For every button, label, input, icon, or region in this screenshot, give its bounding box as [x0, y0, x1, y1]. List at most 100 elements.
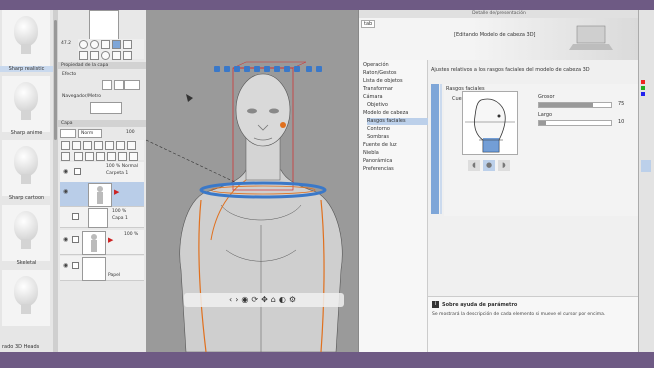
reset-icon[interactable]	[90, 51, 99, 60]
swatch-blue[interactable]	[641, 92, 645, 96]
effect-label: Efecto	[62, 72, 77, 77]
swatch-selected[interactable]	[641, 160, 651, 172]
square-icon[interactable]	[112, 51, 121, 60]
mask-icon[interactable]	[83, 141, 92, 150]
layer-panel: 47.2 Propiedad de la capa Efecto Navegad…	[58, 10, 147, 352]
eye-icon[interactable]: ◉	[63, 236, 68, 243]
merge-icon[interactable]	[105, 141, 114, 150]
layer-row-figure[interactable]: ◉ ▶ 100 %	[60, 230, 144, 255]
thumb-head-1[interactable]	[2, 10, 50, 66]
view-buttons: ◖ ● ◗	[468, 160, 518, 172]
nav-item-preferencias[interactable]: Preferencias	[363, 166, 427, 173]
thumb-label: Skeletal	[16, 260, 37, 266]
face-right-icon[interactable]: ◗	[498, 160, 510, 171]
face-left-icon[interactable]: ◖	[468, 160, 480, 171]
grid-icon[interactable]	[79, 51, 88, 60]
copy-icon[interactable]	[94, 141, 103, 150]
layer-sub: Capa 1	[112, 216, 128, 221]
nav-item-transformar[interactable]: Transformar	[363, 86, 427, 93]
folder-toggle[interactable]	[74, 168, 81, 175]
nav-item-raton[interactable]: Raton/Gestos	[363, 70, 427, 77]
swatch-red[interactable]	[641, 80, 645, 84]
zoom-out-icon[interactable]	[79, 40, 88, 49]
flip-icon[interactable]	[123, 40, 132, 49]
clip-icon[interactable]	[127, 141, 136, 150]
layer-name: 100 % Normal	[106, 164, 139, 169]
eye-icon[interactable]: ◉	[63, 188, 68, 195]
face-front-icon[interactable]: ●	[483, 160, 495, 171]
layer-thumbnail	[82, 231, 106, 255]
new-layer-icon[interactable]	[61, 141, 70, 150]
head-profile-preview	[462, 91, 518, 155]
layer-row-folder[interactable]: ◉ 100 % Normal Carpeta 1	[60, 162, 144, 183]
thumb-head-4[interactable]	[2, 205, 50, 261]
grosor-slider[interactable]	[538, 102, 612, 108]
navigator-button[interactable]	[90, 102, 122, 114]
blend-mode-select[interactable]: Norm	[78, 129, 102, 138]
effect-icon[interactable]	[95, 152, 105, 161]
lock-icon[interactable]	[116, 141, 125, 150]
swatch-green[interactable]	[641, 86, 645, 90]
section-strip	[431, 84, 439, 214]
layer-thumbnail	[88, 183, 112, 207]
head-icon	[14, 82, 38, 112]
help-description: Se mostrará la descripción de cada eleme…	[432, 312, 606, 317]
gear-icon[interactable]: ⚙	[289, 295, 299, 304]
nav-item-lista[interactable]: Lista de objetos	[363, 78, 427, 85]
layer-thumbnail	[82, 257, 106, 281]
zoom-in-icon[interactable]	[90, 40, 99, 49]
eye-icon[interactable]: ◉	[63, 168, 68, 175]
nav-item-niebla[interactable]: Niebla	[363, 150, 427, 157]
nav-item-operacion[interactable]: Operación	[363, 62, 427, 69]
nav-item-luz[interactable]: Fuente de luz	[363, 142, 427, 149]
navigator-preview[interactable]	[89, 10, 119, 40]
canvas-area[interactable]: ‹›◉⟳✥⌂◐⚙	[146, 10, 358, 352]
dialog-header: tab [Editando Modelo de cabeza 3D]	[359, 18, 639, 60]
nav-item-panoramica[interactable]: Panorámica	[363, 158, 427, 165]
nav-item-rasgos[interactable]: Rasgos faciales	[367, 118, 431, 125]
layer-check[interactable]	[72, 262, 79, 269]
rotate-icon[interactable]	[112, 40, 121, 49]
bottom-border	[0, 352, 654, 368]
layer-check[interactable]	[72, 236, 79, 243]
rotate-icon[interactable]: ⟳	[251, 295, 261, 304]
scroll-thumb[interactable]	[54, 20, 57, 140]
effect-button-2[interactable]	[114, 80, 124, 90]
nav-item-modelo[interactable]: Modelo de cabeza	[363, 110, 427, 117]
largo-slider[interactable]	[538, 120, 612, 126]
menu-icon[interactable]	[128, 152, 138, 161]
duplicate-icon[interactable]	[106, 152, 116, 161]
grosor-fill	[539, 103, 593, 107]
thumb-head-3[interactable]	[2, 140, 50, 196]
layer-row-blank[interactable]: 100 % Capa 1	[60, 207, 144, 228]
thumb-head-5[interactable]	[2, 270, 50, 326]
thumb-head-2[interactable]	[2, 76, 50, 132]
folder-icon[interactable]	[72, 141, 81, 150]
nav-item-camara[interactable]: Cámara	[363, 94, 427, 101]
layer-sub: Carpeta 1	[106, 171, 129, 176]
move-icon[interactable]: ✥	[261, 295, 271, 304]
effect-button[interactable]	[102, 80, 112, 90]
eye-icon[interactable]: ◉	[63, 262, 68, 269]
ref-icon[interactable]	[61, 152, 70, 161]
tab-label[interactable]: tab	[361, 20, 376, 28]
camera-icon[interactable]: ◉	[241, 295, 251, 304]
blend-mode-icon[interactable]	[60, 129, 76, 138]
nav-item-sombras[interactable]: Sombras	[367, 134, 431, 141]
palette-icon[interactable]	[73, 152, 83, 161]
reset-icon[interactable]: ◐	[279, 295, 289, 304]
info-icon: i	[432, 301, 439, 308]
fit-icon[interactable]	[101, 40, 110, 49]
effect-dropdown[interactable]	[124, 80, 140, 90]
layer-row-3d[interactable]: ◉ ▶	[60, 182, 144, 207]
layer-row-paper[interactable]: ◉ Papel	[60, 256, 144, 281]
circle-icon[interactable]	[101, 51, 110, 60]
nav-item-contorno[interactable]: Contorno	[367, 126, 431, 133]
settings-icon[interactable]	[123, 51, 132, 60]
head-icon	[14, 16, 38, 46]
layer-check[interactable]	[72, 213, 79, 220]
pose-icon[interactable]: ⌂	[271, 295, 279, 304]
trash-icon[interactable]	[117, 152, 127, 161]
paper-icon[interactable]	[84, 152, 94, 161]
nav-item-objetivo[interactable]: Objetivo	[367, 102, 431, 109]
